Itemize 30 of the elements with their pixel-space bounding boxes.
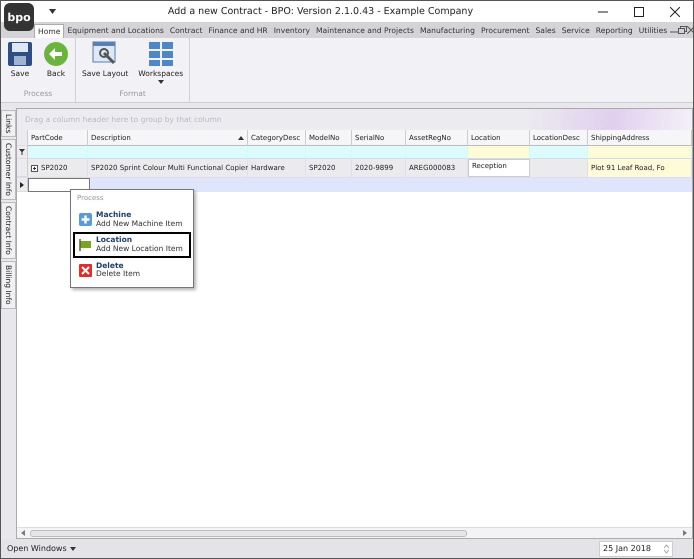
horizontal-scrollbar[interactable] — [17, 527, 692, 538]
filter-cell[interactable] — [306, 146, 352, 159]
filter-icon — [19, 149, 25, 155]
window-title: Add a new Contract - BPO: Version 2.1.0.43 - Example Company — [166, 6, 474, 17]
spinner-icon[interactable] — [664, 544, 669, 554]
plus-icon — [79, 213, 92, 226]
caret-icon — [158, 80, 164, 84]
app-logo: bpo — [4, 3, 34, 31]
scroll-left-icon[interactable] — [21, 530, 26, 536]
filter-cell[interactable] — [588, 146, 692, 159]
filter-cell[interactable] — [406, 146, 468, 159]
grid-tiles-icon — [148, 41, 174, 67]
date-field[interactable]: 25 Jan 2018 — [599, 540, 673, 556]
delete-icon — [79, 264, 92, 277]
flag-icon — [79, 238, 92, 252]
filter-cell[interactable] — [468, 146, 530, 159]
layout-wrench-icon — [92, 41, 118, 67]
open-windows-menu[interactable]: Open Windows — [7, 544, 76, 553]
filter-cell[interactable] — [28, 146, 88, 159]
filter-cell[interactable] — [530, 146, 588, 159]
row-pointer-icon — [20, 182, 24, 188]
filter-cell[interactable] — [248, 146, 306, 159]
quick-access-caret-icon[interactable] — [49, 9, 56, 14]
filter-cell[interactable] — [352, 146, 406, 159]
scroll-right-icon[interactable] — [683, 530, 688, 536]
filter-cell[interactable] — [88, 146, 248, 159]
sort-arrow-icon — [238, 136, 244, 140]
expand-icon[interactable] — [31, 164, 38, 172]
caret-icon — [70, 546, 76, 550]
new-row-field[interactable] — [28, 178, 90, 192]
